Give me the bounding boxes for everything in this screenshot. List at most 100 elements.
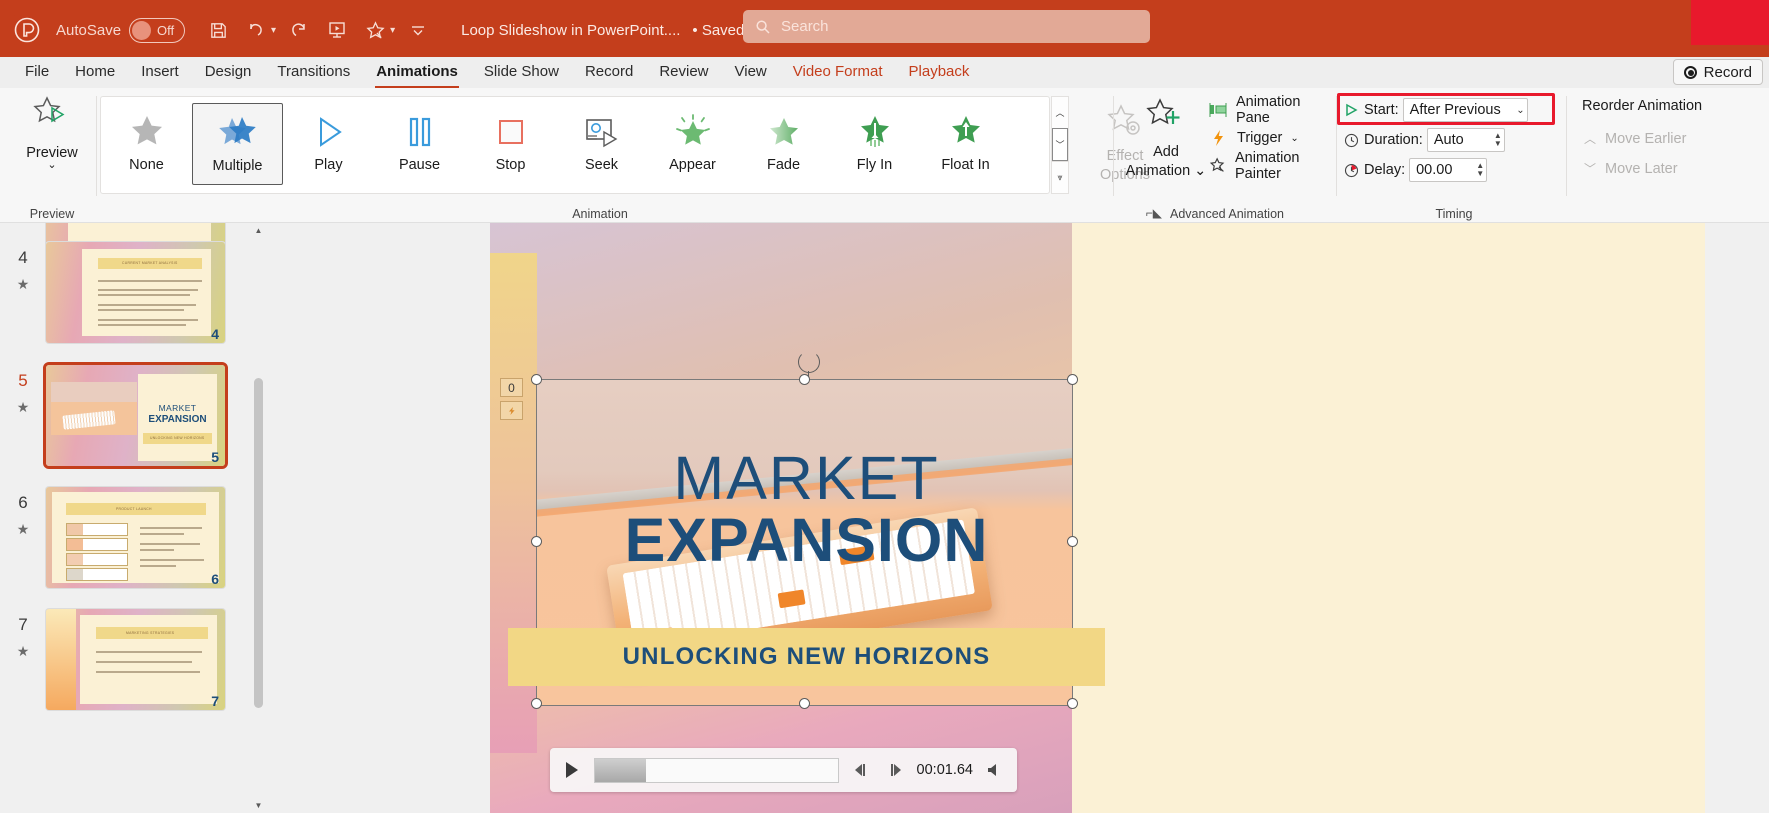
resize-handle-bottom-right[interactable] (1067, 698, 1078, 709)
thumb-text-line (98, 304, 196, 306)
animation-gallery[interactable]: None Multiple Play Pause Stop Seek Appea… (100, 96, 1050, 194)
duration-spinner-down-icon[interactable]: ▼ (1494, 140, 1502, 148)
window-close-region[interactable] (1691, 0, 1769, 45)
preview-button[interactable]: Preview ⌄ (12, 94, 92, 182)
animation-star-icon[interactable]: ★ (17, 643, 30, 660)
animation-appear[interactable]: Appear (647, 103, 738, 185)
add-animation-button[interactable]: Add Animation ⌄ (1125, 96, 1207, 181)
animation-multiple[interactable]: Multiple (192, 103, 283, 185)
blue-multi-star-icon (216, 110, 260, 156)
undo-dropdown-caret-icon[interactable]: ▾ (271, 25, 276, 36)
scroll-down-icon[interactable]: ▼ (252, 798, 265, 813)
delay-spinner-down-icon[interactable]: ▼ (1476, 170, 1484, 178)
gallery-scroll-down-icon[interactable]: ﹀ (1052, 128, 1068, 161)
tab-record[interactable]: Record (572, 59, 646, 88)
gallery-more-icon[interactable]: ⩔ (1052, 161, 1068, 193)
animation-star-icon[interactable]: ★ (17, 276, 30, 293)
save-icon[interactable] (201, 13, 235, 47)
tab-slide-show[interactable]: Slide Show (471, 59, 572, 88)
rotate-handle[interactable] (798, 351, 820, 373)
slide-thumbnail-5[interactable]: MARKET EXPANSION UNLOCKING NEW HORIZONS … (43, 362, 228, 469)
scrollbar-thumb[interactable] (254, 378, 263, 708)
tab-transitions[interactable]: Transitions (264, 59, 363, 88)
animation-star-icon[interactable]: ★ (17, 399, 30, 416)
animation-media-tag[interactable] (500, 401, 523, 420)
step-back-icon[interactable] (849, 763, 873, 777)
start-from-beginning-icon[interactable] (320, 13, 354, 47)
redo-icon[interactable] (282, 13, 316, 47)
resize-handle-bottom-center[interactable] (799, 698, 810, 709)
video-progress-track[interactable] (594, 757, 839, 783)
undo-icon[interactable] (239, 13, 273, 47)
animation-play[interactable]: Play (283, 103, 374, 185)
delay-spinner[interactable]: ▲ ▼ (1476, 162, 1484, 178)
volume-icon[interactable] (983, 763, 1007, 777)
tab-animations[interactable]: Animations (363, 59, 471, 88)
slide-cta-banner[interactable]: UNLOCKING NEW HORIZONS (508, 628, 1105, 686)
list-item[interactable]: 5 ★ MARKET EXPANSION UNLOCKING NEW HORIZ… (0, 362, 250, 469)
resize-handle-top-right[interactable] (1067, 374, 1078, 385)
customize-quick-access-icon[interactable] (401, 13, 435, 47)
tab-file[interactable]: File (12, 59, 62, 88)
tab-playback[interactable]: Playback (896, 59, 983, 88)
preview-star-play-icon (30, 94, 74, 141)
animation-seek[interactable]: Seek (556, 103, 647, 185)
autosave-toggle[interactable]: Off (129, 17, 186, 43)
animation-none[interactable]: None (101, 103, 192, 185)
search-box[interactable]: Search (743, 10, 1150, 43)
thumbnail-scrollbar[interactable]: ▲ ▼ (252, 223, 265, 813)
step-forward-icon[interactable] (883, 763, 907, 777)
resize-handle-top-left[interactable] (531, 374, 542, 385)
move-later-button[interactable]: ﹀ Move Later (1584, 160, 1678, 177)
duration-input[interactable]: Auto ▲ ▼ (1426, 128, 1505, 152)
slide-thumbnail-6[interactable]: PRODUCT LAUNCH 6 (46, 487, 225, 588)
tab-view[interactable]: View (722, 59, 780, 88)
list-item[interactable]: 4 ★ CURRENT MARKET ANALYSIS 4 (0, 242, 250, 343)
thumb-text-line (98, 280, 202, 282)
start-select[interactable]: After Previous ⌄ (1402, 98, 1528, 122)
trigger-caret-icon[interactable]: ⌄ (1290, 133, 1298, 144)
tab-video-format[interactable]: Video Format (780, 59, 896, 88)
record-button[interactable]: Record (1672, 59, 1763, 85)
video-playback-controls[interactable]: 00:01.64 (550, 748, 1017, 792)
animation-gallery-scroll[interactable]: ︿ ﹀ ⩔ (1051, 96, 1069, 194)
animation-star-icon[interactable]: ★ (17, 521, 30, 538)
list-item[interactable]: 7 ★ MARKETING STRATEGIES 7 (0, 609, 250, 710)
resize-handle-top-center[interactable] (799, 374, 810, 385)
animation-pause[interactable]: Pause (374, 103, 465, 185)
slide-thumbnail-panel[interactable]: 4 ★ CURRENT MARKET ANALYSIS 4 5 ★ MARKET… (0, 223, 268, 813)
designer-dropdown-caret-icon[interactable]: ▾ (390, 25, 395, 36)
preview-dropdown-caret-icon[interactable]: ⌄ (47, 160, 56, 171)
list-item[interactable]: 6 ★ PRODUCT LAUNCH 6 (0, 487, 250, 588)
tab-home[interactable]: Home (62, 59, 128, 88)
start-caret-icon[interactable]: ⌄ (1516, 105, 1524, 116)
designer-star-icon[interactable] (358, 13, 392, 47)
animation-float-in[interactable]: Float In (920, 103, 1011, 185)
add-animation-caret-icon[interactable]: ⌄ (1194, 163, 1206, 179)
scroll-up-icon[interactable]: ▲ (252, 223, 265, 238)
slide-title-line2[interactable]: EXPANSION (490, 505, 1123, 575)
resize-handle-bottom-left[interactable] (531, 698, 542, 709)
animation-painter-button[interactable]: Animation Painter (1209, 150, 1337, 182)
gallery-scroll-up-icon[interactable]: ︿ (1052, 97, 1068, 128)
slide-thumbnail-4[interactable]: CURRENT MARKET ANALYSIS 4 (46, 242, 225, 343)
current-slide[interactable]: 0 00:01.64 MARKET EXPANSION UNLOCKING NE… (490, 223, 1705, 813)
play-icon[interactable] (560, 761, 584, 779)
document-title[interactable]: Loop Slideshow in PowerPoint.... (461, 22, 680, 39)
animation-fade[interactable]: Fade (738, 103, 829, 185)
slide-thumbnail-7[interactable]: MARKETING STRATEGIES 7 (46, 609, 225, 710)
tab-review[interactable]: Review (646, 59, 721, 88)
tab-design[interactable]: Design (192, 59, 265, 88)
trigger-button[interactable]: Trigger ⌄ (1209, 124, 1337, 152)
animation-fly-in[interactable]: Fly In (829, 103, 920, 185)
move-earlier-button[interactable]: ︿ Move Earlier (1584, 130, 1686, 147)
delay-input[interactable]: 00.00 ▲ ▼ (1409, 158, 1488, 182)
slide-title-line1[interactable]: MARKET (490, 443, 1123, 513)
animation-pane-button[interactable]: Animation Pane (1209, 94, 1337, 126)
animation-order-tag-0[interactable]: 0 (500, 378, 523, 397)
ribbon-group-preview: Preview ⌄ Preview (8, 88, 96, 223)
reorder-animation-title: Reorder Animation (1582, 98, 1703, 114)
animation-stop[interactable]: Stop (465, 103, 556, 185)
duration-spinner[interactable]: ▲ ▼ (1494, 132, 1502, 148)
tab-insert[interactable]: Insert (128, 59, 192, 88)
